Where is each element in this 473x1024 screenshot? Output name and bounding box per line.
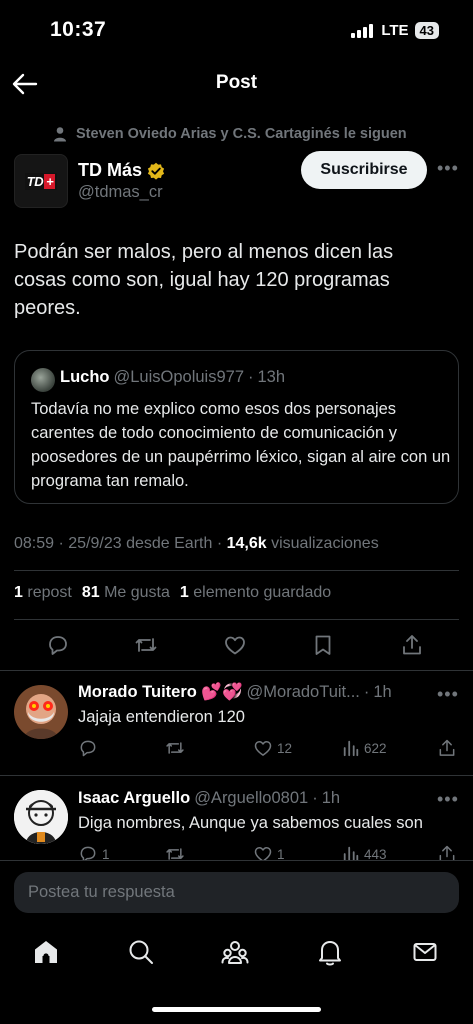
reply-repost-action[interactable] — [164, 738, 190, 758]
repost-icon — [166, 742, 184, 754]
separator-dot: · — [312, 789, 318, 807]
home-indicator — [152, 1007, 321, 1012]
like-icon — [254, 741, 272, 756]
quoted-post-card[interactable]: Lucho @LuisOpoluis977 · 13h Todavía no m… — [14, 350, 459, 504]
post-stats: 1 repost 81 Me gusta 1 elemento guardado — [14, 584, 331, 602]
notifications-icon[interactable] — [316, 938, 344, 966]
verified-badge-icon — [147, 162, 165, 180]
signal-icon — [351, 23, 374, 38]
author-handle[interactable]: @tdmas_cr — [78, 183, 163, 202]
reply-like-action[interactable]: 12 — [253, 738, 292, 758]
page-title: Post — [215, 72, 258, 93]
quote-avatar — [31, 368, 55, 392]
share-icon[interactable] — [400, 633, 424, 657]
author-name: TD Más — [78, 160, 143, 180]
divider — [0, 670, 473, 671]
reply-composer-input[interactable] — [14, 872, 459, 913]
bookmarks-stat[interactable]: 1 elemento guardado — [180, 584, 331, 602]
reply-text: Diga nombres, Aunque ya sabemos cuales s… — [78, 814, 423, 832]
divider — [0, 775, 473, 776]
reposts-stat[interactable]: 1 repost — [14, 584, 72, 602]
separator-dot: · — [248, 368, 254, 386]
divider — [14, 570, 459, 571]
reply-author-handle[interactable]: @Arguello0801 — [194, 789, 308, 808]
views-icon — [343, 740, 359, 757]
quote-author-handle: @LuisOpoluis977 — [113, 368, 245, 386]
reply-time: 1h — [321, 789, 341, 807]
status-indicators: LTE 43 — [351, 22, 439, 39]
reply-icon[interactable] — [46, 633, 70, 657]
like-icon[interactable] — [223, 633, 247, 657]
home-icon[interactable] — [32, 938, 60, 966]
avatar-image — [14, 685, 68, 739]
divider — [0, 860, 473, 861]
battery-icon: 43 — [414, 22, 439, 39]
messages-icon[interactable] — [411, 938, 439, 966]
plus-icon: + — [44, 173, 56, 189]
status-time: 10:37 — [50, 18, 107, 41]
divider — [14, 619, 459, 620]
reply-text: Jajaja entendieron 120 — [78, 708, 245, 726]
more-options-icon[interactable]: ••• — [437, 684, 459, 705]
post-meta: 08:59 · 25/9/23 desde Earth · 14,6k visu… — [14, 535, 379, 553]
post-text: Podrán ser malos, pero al menos dicen la… — [14, 241, 394, 319]
reply-author-name[interactable]: Isaac Arguello — [78, 789, 190, 808]
reply-icon — [80, 740, 96, 757]
quote-time: 13h — [257, 368, 286, 386]
reply-header: Isaac Arguello @Arguello0801 · 1h — [78, 789, 340, 808]
views-label: visualizaciones — [271, 535, 379, 552]
avatar-image — [14, 790, 68, 844]
social-context-text: Steven Oviedo Arias y C.S. Cartaginés le… — [76, 126, 407, 142]
author-logo: TD + — [24, 172, 58, 190]
subscribe-button[interactable]: Suscribirse — [301, 151, 427, 189]
reply-time: 1h — [373, 683, 392, 701]
communities-icon[interactable] — [221, 938, 249, 966]
reply-views-action[interactable]: 622 — [342, 738, 387, 758]
likes-stat[interactable]: 81 Me gusta — [82, 584, 170, 602]
reply-reply-action[interactable] — [78, 738, 102, 758]
author-avatar[interactable]: TD + — [14, 154, 68, 208]
reply-author-handle[interactable]: @MoradoTuit... — [247, 683, 360, 702]
separator-dot: · — [363, 683, 370, 701]
share-icon[interactable] — [437, 738, 457, 758]
reply-header: Morado Tuitero 💕💞 @MoradoTuit... · 1h — [78, 683, 392, 702]
reply-views-count: 622 — [364, 740, 387, 756]
reply-avatar[interactable] — [14, 790, 68, 844]
quote-text: Todavía no me explico como esos dos pers… — [31, 400, 451, 490]
reply-like-count: 12 — [277, 740, 293, 756]
bookmark-icon[interactable] — [311, 633, 335, 657]
quote-header: Lucho @LuisOpoluis977 · 13h — [60, 368, 285, 387]
more-options-icon[interactable]: ••• — [437, 789, 459, 810]
more-options-icon[interactable]: ••• — [437, 158, 459, 179]
network-label: LTE — [381, 22, 409, 39]
views-count: 14,6k — [226, 535, 267, 552]
reply-avatar[interactable] — [14, 685, 68, 739]
repost-icon[interactable] — [134, 633, 158, 657]
search-icon[interactable] — [127, 938, 155, 966]
author-name-row[interactable]: TD Más — [78, 160, 165, 181]
quote-author-name: Lucho — [60, 368, 110, 386]
reply-author-name[interactable]: Morado Tuitero 💕💞 — [78, 683, 243, 702]
social-context: Steven Oviedo Arias y C.S. Cartaginés le… — [52, 126, 407, 142]
person-icon — [54, 127, 66, 142]
post-timestamp: 08:59 · 25/9/23 desde Earth · — [14, 535, 227, 552]
